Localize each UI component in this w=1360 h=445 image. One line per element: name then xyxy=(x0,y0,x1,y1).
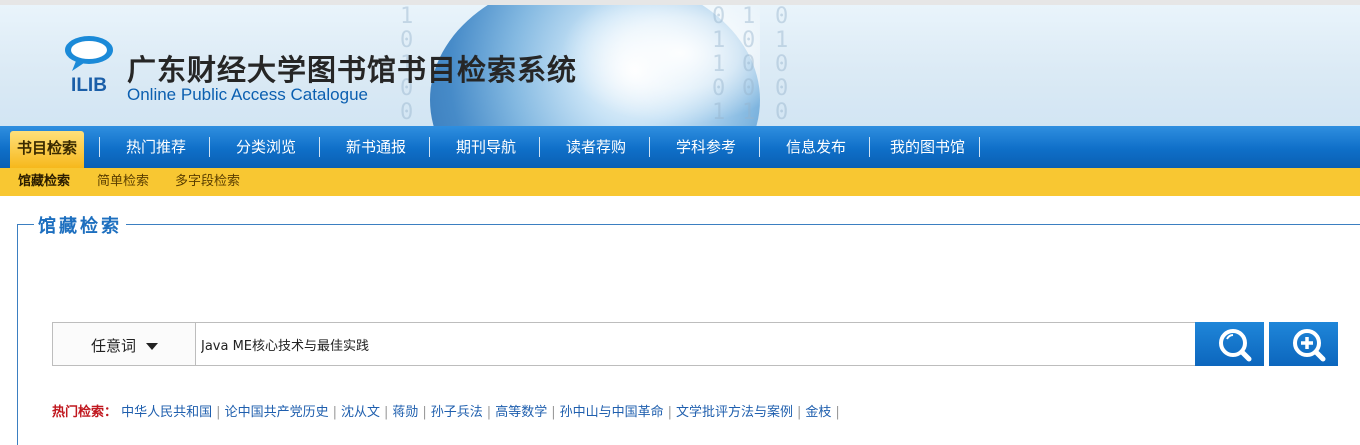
nav-item-my-library[interactable]: 我的图书馆 xyxy=(880,126,975,168)
site-subtitle: Online Public Access Catalogue xyxy=(127,85,368,104)
hot-search-link[interactable]: 文学批评方法与案例 xyxy=(676,405,793,420)
hot-search-link[interactable]: 孙子兵法 xyxy=(431,405,483,420)
hot-separator: | xyxy=(216,405,221,420)
nav-item-subject-reference[interactable]: 学科参考 xyxy=(662,126,750,168)
binary-decoration: 0110100 xyxy=(712,5,726,126)
hot-separator: | xyxy=(422,405,427,420)
nav-separator xyxy=(99,137,100,157)
nav-separator xyxy=(319,137,320,157)
hot-separator: | xyxy=(551,405,556,420)
nav-separator xyxy=(759,137,760,157)
subnav-item-simple-search[interactable]: 简单检索 xyxy=(97,168,149,196)
hot-search-link[interactable]: 论中国共产党历史 xyxy=(225,405,329,420)
hot-separator: | xyxy=(667,405,672,420)
hot-searches-label: 热门检索： xyxy=(52,405,118,420)
nav-item-announcements[interactable]: 信息发布 xyxy=(772,126,860,168)
hot-separator: | xyxy=(486,405,492,420)
binary-decoration: 0100011 xyxy=(775,5,789,126)
subnav-item-collection-search[interactable]: 馆藏检索 xyxy=(18,168,70,196)
nav-item-catalog-search[interactable]: 书目检索 xyxy=(10,131,84,168)
search-button[interactable] xyxy=(1195,322,1264,366)
sub-nav: 馆藏检索 简单检索 多字段检索 xyxy=(0,168,1360,196)
site-header: 1010010 0110100 1000101 0100011 ILIB 广东财… xyxy=(0,5,1360,126)
binary-decoration: 1000101 xyxy=(742,5,756,126)
nav-separator xyxy=(539,137,540,157)
logo-text: ILIB xyxy=(71,75,107,95)
nav-separator xyxy=(209,137,210,157)
nav-item-new-books[interactable]: 新书通报 xyxy=(332,126,420,168)
caret-down-icon xyxy=(146,343,158,350)
section-title: 馆藏检索 xyxy=(34,212,126,238)
nav-item-reader-recommend[interactable]: 读者荐购 xyxy=(552,126,640,168)
hot-search-link[interactable]: 高等数学 xyxy=(495,405,547,420)
nav-item-popular[interactable]: 热门推荐 xyxy=(112,126,200,168)
hot-search-link[interactable]: 孙中山与中国革命 xyxy=(560,405,664,420)
hot-separator: | xyxy=(797,405,802,420)
nav-separator xyxy=(979,137,980,157)
search-type-select[interactable]: 任意词 xyxy=(53,323,196,365)
hot-search-link[interactable]: 沈从文 xyxy=(341,405,380,420)
site-title: 广东财经大学图书馆书目检索系统 xyxy=(127,53,578,87)
hot-search-link[interactable]: 金枝 xyxy=(805,405,831,420)
search-bar: 任意词 xyxy=(52,322,1196,366)
advanced-search-button[interactable] xyxy=(1269,322,1338,366)
hot-separator: | xyxy=(835,405,840,420)
hot-separator: | xyxy=(383,405,389,420)
nav-item-journals[interactable]: 期刊导航 xyxy=(442,126,530,168)
nav-item-browse-category[interactable]: 分类浏览 xyxy=(222,126,310,168)
subnav-item-multi-field-search[interactable]: 多字段检索 xyxy=(175,168,240,196)
hot-searches: 热门检索： 中华人民共和国 | 论中国共产党历史 | 沈从文 | 蒋勋 | 孙子兵法 | 高等数学 |… xyxy=(52,401,844,420)
nav-separator xyxy=(649,137,650,157)
nav-separator xyxy=(869,137,870,157)
main-nav: 书目检索 热门推荐 分类浏览 新书通报 期刊导航 读者荐购 学科参考 信息发布 … xyxy=(0,126,1360,168)
magnifier-icon xyxy=(1219,329,1252,362)
search-input[interactable] xyxy=(196,323,1191,365)
hot-search-link[interactable]: 蒋勋 xyxy=(392,405,418,420)
search-type-value: 任意词 xyxy=(91,337,137,355)
hot-search-link[interactable]: 中华人民共和国 xyxy=(121,405,212,420)
ilib-logo-icon[interactable]: ILIB xyxy=(58,33,120,96)
hot-separator: | xyxy=(332,405,337,420)
nav-separator xyxy=(429,137,430,157)
magnifier-plus-icon xyxy=(1293,329,1326,362)
